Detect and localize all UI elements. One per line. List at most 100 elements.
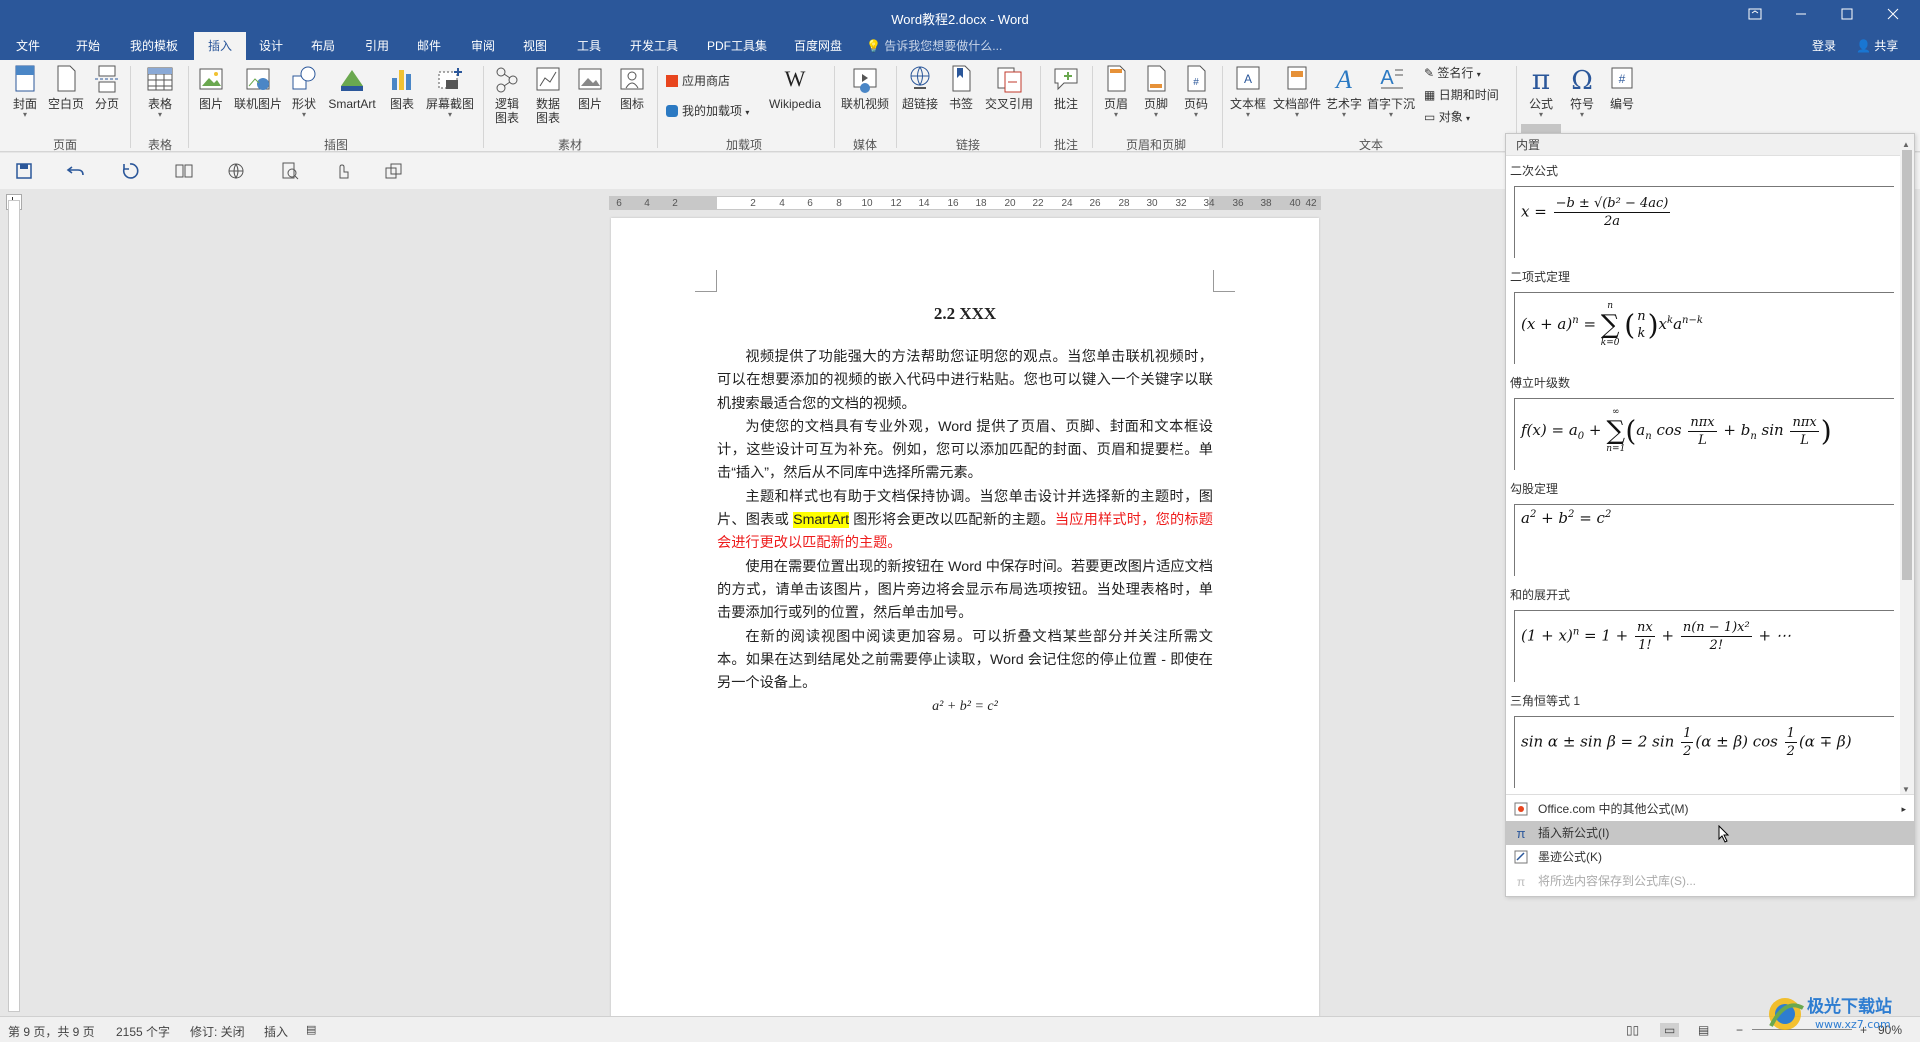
login-link[interactable]: 登录 <box>1812 32 1836 60</box>
scroll-down-icon[interactable]: ▼ <box>1902 785 1910 794</box>
logic-chart-button[interactable]: 逻辑 图表 <box>490 64 524 125</box>
footer-button[interactable]: 页脚 ▾ <box>1138 64 1174 119</box>
layout-toggle-icon[interactable] <box>174 161 194 181</box>
tab-mailings[interactable]: 邮件 <box>408 32 450 60</box>
group-separator <box>1222 66 1223 148</box>
ink-equation-item[interactable]: 墨迹公式(K) <box>1506 845 1914 869</box>
hyperlink-label: 超链接 <box>901 97 938 111</box>
smartart-button[interactable]: SmartArt <box>324 64 380 111</box>
app-store-button[interactable]: 应用商店 <box>666 74 730 88</box>
number-button[interactable]: # 编号 <box>1604 64 1640 111</box>
tab-design[interactable]: 设计 <box>250 32 292 60</box>
save-selection-label: 将所选内容保存到公式库(S)... <box>1538 874 1696 888</box>
page-number-button[interactable]: # 页码 ▾ <box>1178 64 1214 119</box>
ribbon-display-icon[interactable] <box>1732 0 1778 32</box>
blank-page-button[interactable]: 空白页 <box>46 64 86 111</box>
shapes-button[interactable]: 形状 ▾ <box>288 64 320 119</box>
online-picture-button[interactable]: 联机图片 <box>232 64 284 111</box>
save-icon[interactable] <box>14 161 34 181</box>
window-switch-icon[interactable] <box>384 161 404 181</box>
maximize-icon[interactable] <box>1824 0 1870 32</box>
picture-button[interactable]: 图片 <box>194 64 228 111</box>
tab-tools[interactable]: 工具 <box>568 32 610 60</box>
screenshot-button[interactable]: 屏幕截图 ▾ <box>422 64 478 119</box>
tab-developer[interactable]: 开发工具 <box>620 32 688 60</box>
document-page[interactable]: 2.2 XXX 视频提供了功能强大的方法帮助您证明您的观点。当您单击联机视频时，… <box>611 218 1319 1018</box>
print-layout-icon[interactable]: ▭ <box>1660 1023 1680 1037</box>
read-mode-icon[interactable]: ▯▯ <box>1626 1023 1639 1037</box>
insert-new-equation-label: 插入新公式(I) <box>1538 826 1610 840</box>
symbol-button[interactable]: Ω 符号 ▾ <box>1564 64 1600 119</box>
group-tables: 表格 <box>147 138 172 152</box>
tab-home[interactable]: 开始 <box>64 32 112 60</box>
object-button[interactable]: ▭ 对象 ▾ <box>1424 110 1470 126</box>
tab-insert[interactable]: 插入 <box>194 32 246 60</box>
tell-me-search[interactable]: 💡 告诉我您想要做什么... <box>866 32 1002 60</box>
tab-pdf-tools[interactable]: PDF工具集 <box>700 32 774 60</box>
comment-button[interactable]: 批注 <box>1046 64 1086 111</box>
word-count[interactable]: 2155 个字 <box>116 1023 170 1040</box>
drop-cap-button[interactable]: A 首字下沉 ▾ <box>1366 64 1416 119</box>
tab-my-templates[interactable]: 我的模板 <box>122 32 186 60</box>
equation-pythagorean[interactable]: a2 + b2 = c2 <box>1514 504 1894 576</box>
tab-baidu-netdisk[interactable]: 百度网盘 <box>786 32 850 60</box>
macro-record-icon[interactable]: ▤ <box>306 1023 316 1036</box>
gallery-scrollbar[interactable]: ▲ ▼ <box>1900 140 1914 794</box>
equation-taylor[interactable]: (1 + x)n = 1 + nx 1! + n(n − 1)x² 2! + ⋯ <box>1514 610 1894 682</box>
page-break-button[interactable]: 分页 <box>90 64 124 111</box>
document-equation[interactable]: a² + b² = c² <box>717 695 1213 718</box>
group-separator <box>834 66 835 148</box>
web-layout-view-icon[interactable]: ▤ <box>1698 1023 1709 1037</box>
online-video-button[interactable]: 联机视频 <box>838 64 892 111</box>
material-picture-button[interactable]: 图片 <box>572 64 608 111</box>
equation-fourier[interactable]: f(x) = a0 + ∞ ∑ n=1 (an cos nπx L + bn sin n… <box>1514 398 1894 470</box>
header-button[interactable]: 页眉 ▾ <box>1098 64 1134 119</box>
tab-layout[interactable]: 布局 <box>302 32 344 60</box>
redo-icon[interactable] <box>120 161 140 181</box>
footer-label: 页脚 <box>1143 97 1168 111</box>
gallery-menu: Office.com 中的其他公式(M) ▸ π 插入新公式(I) 墨迹公式(K… <box>1506 794 1914 898</box>
signature-line-button[interactable]: ✎ 签名行 ▾ <box>1424 66 1481 82</box>
number-label: 编号 <box>1609 97 1634 111</box>
cover-page-button[interactable]: 封面 ▾ <box>8 64 42 119</box>
table-button[interactable]: 表格 ▾ <box>140 64 180 119</box>
web-layout-icon[interactable] <box>226 161 246 181</box>
close-icon[interactable] <box>1870 0 1916 32</box>
zoom-out-icon[interactable]: − <box>1736 1023 1743 1037</box>
scroll-up-icon[interactable]: ▲ <box>1902 140 1910 149</box>
chart-button[interactable]: 图表 <box>384 64 420 111</box>
blank-page-icon <box>57 65 76 92</box>
my-addins-button[interactable]: 我的加载项 ▾ <box>666 104 749 120</box>
page-count[interactable]: 第 9 页，共 9 页 <box>8 1023 95 1040</box>
minimize-icon[interactable] <box>1778 0 1824 32</box>
data-chart-button[interactable]: 数据 图表 <box>530 64 566 125</box>
bookmark-button[interactable]: 书签 <box>944 64 978 111</box>
equation-button[interactable]: π 公式 ▾ <box>1521 64 1561 119</box>
equation-quadratic[interactable]: x = −b ± √(b² − 4ac) 2a <box>1514 186 1894 258</box>
tab-view[interactable]: 视图 <box>514 32 556 60</box>
document-body[interactable]: 视频提供了功能强大的方法帮助您证明您的观点。当您单击联机视频时，可以在想要添加的… <box>717 346 1213 719</box>
insert-new-equation-item[interactable]: π 插入新公式(I) <box>1506 821 1914 845</box>
cross-reference-button[interactable]: 交叉引用 <box>982 64 1036 111</box>
scrollbar-thumb[interactable] <box>1902 150 1912 580</box>
more-equations-office-item[interactable]: Office.com 中的其他公式(M) ▸ <box>1506 797 1914 821</box>
undo-icon[interactable] <box>66 161 86 181</box>
tab-review[interactable]: 审阅 <box>462 32 504 60</box>
equation-trig[interactable]: sin α ± sin β = 2 sin 1 2 (α ± β) cos 1 2 (α… <box>1514 716 1894 788</box>
equation-binomial[interactable]: (x + a)n = n ∑ k=0 (n k)xkan−k <box>1514 292 1894 364</box>
data-chart-icon <box>536 67 560 91</box>
touch-mode-icon[interactable] <box>332 161 352 181</box>
print-preview-icon[interactable] <box>280 161 300 181</box>
tab-references[interactable]: 引用 <box>356 32 398 60</box>
text-box-button[interactable]: A 文本框 ▾ <box>1228 64 1268 119</box>
icon-button[interactable]: 图标 <box>614 64 650 111</box>
wordart-button[interactable]: A 艺术字 ▾ <box>1324 64 1364 119</box>
insert-mode-status[interactable]: 插入 <box>264 1023 288 1040</box>
hyperlink-button[interactable]: 超链接 <box>900 64 940 111</box>
tab-file[interactable]: 文件 <box>6 32 50 60</box>
date-time-button[interactable]: ▦ 日期和时间 <box>1424 88 1499 102</box>
track-changes-status[interactable]: 修订: 关闭 <box>190 1023 245 1040</box>
wikipedia-button[interactable]: W Wikipedia <box>764 64 826 111</box>
quick-parts-button[interactable]: 文档部件 ▾ <box>1272 64 1322 119</box>
share-button[interactable]: 👤 共享 <box>1856 32 1898 60</box>
